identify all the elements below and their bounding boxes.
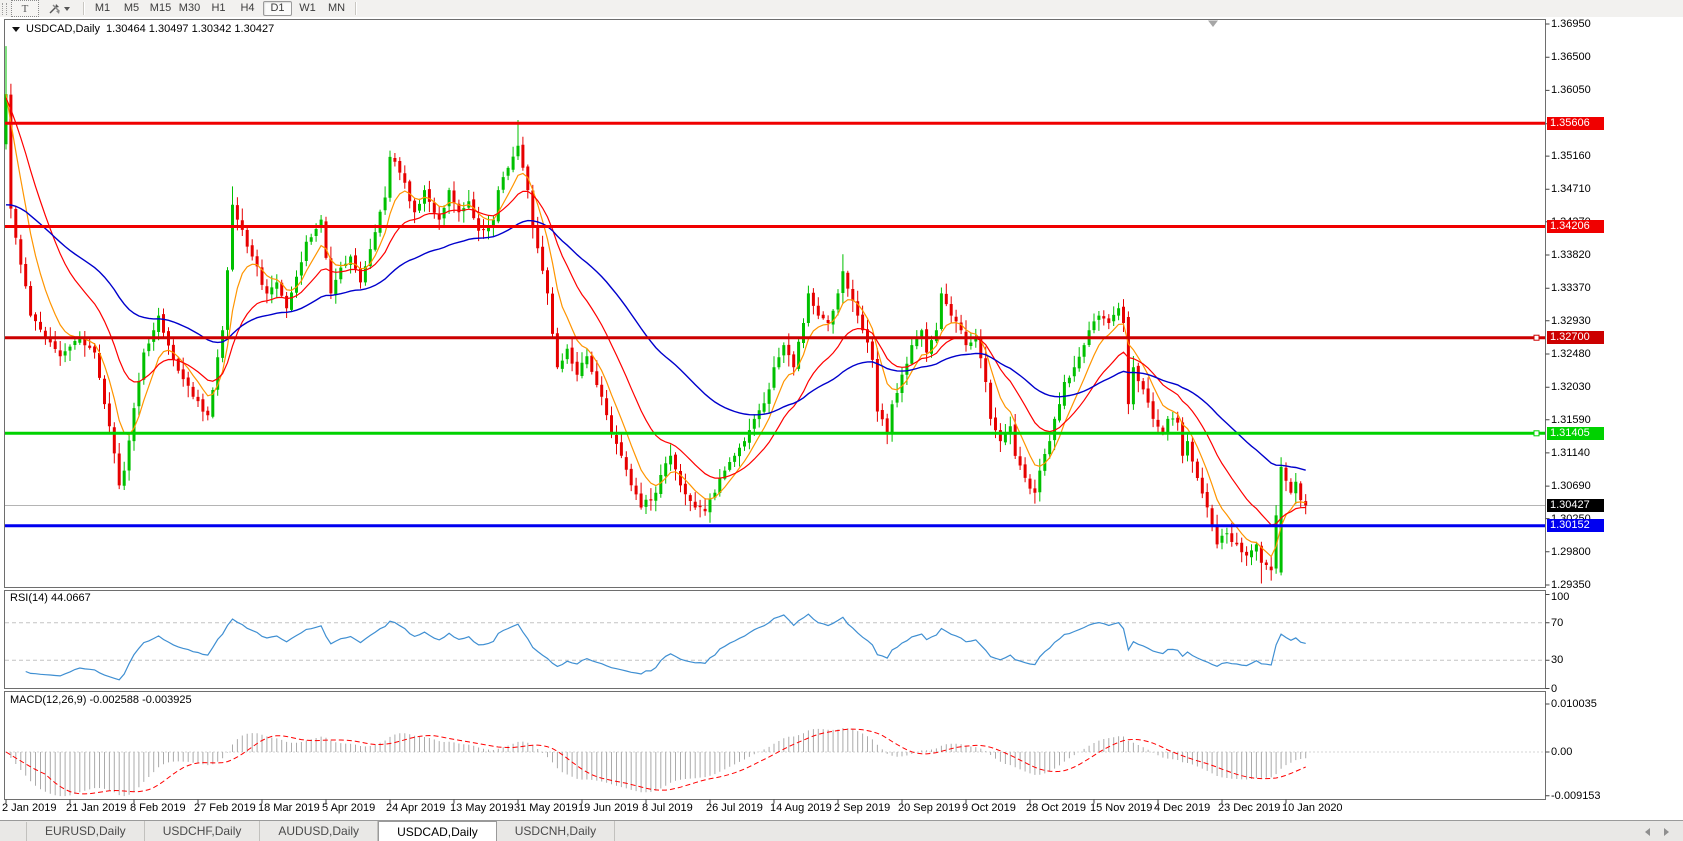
arrows-tool-button[interactable] [42, 1, 76, 16]
tf-button-w1[interactable]: W1 [294, 1, 321, 16]
symbol-tabs: EURUSD,Daily USDCHF,Daily AUDUSD,Daily USDC… [27, 821, 616, 841]
date-label: 8 Jul 2019 [642, 802, 693, 814]
tab-eurusd-daily[interactable]: EURUSD,Daily [27, 821, 145, 841]
tab-usdchf-daily[interactable]: USDCHF,Daily [145, 821, 261, 841]
tf-button-h1[interactable]: H1 [205, 1, 232, 16]
toolbar-separator [355, 2, 356, 15]
current-price-tag: 1.30427 [1547, 499, 1604, 512]
date-label: 10 Jan 2020 [1282, 802, 1343, 814]
date-label: 2 Sep 2019 [834, 802, 891, 814]
tab-audusd-daily[interactable]: AUDUSD,Daily [260, 821, 379, 841]
date-label: 20 Sep 2019 [898, 802, 961, 814]
date-label: 24 Apr 2019 [386, 802, 446, 814]
tf-button-m1[interactable]: M1 [89, 1, 116, 16]
chart-ohlc-values: 1.30464 1.30497 1.30342 1.30427 [105, 23, 275, 35]
chart-symbol-period: USDCAD,Daily [26, 23, 100, 35]
price-tick-label: 1.32030 [1551, 381, 1591, 394]
level-price-tag[interactable]: 1.30152 [1547, 519, 1604, 533]
macd-tick-label: -0.009153 [1551, 789, 1601, 802]
chart-title: USDCAD,Daily 1.30464 1.30497 1.30342 1.3… [12, 23, 274, 35]
date-label: 2 Jan 2019 [2, 802, 57, 814]
level-price-tag[interactable]: 1.31405 [1547, 426, 1604, 440]
tab-bar-spacer [0, 822, 27, 841]
tf-button-m15[interactable]: M15 [147, 1, 174, 16]
price-tick-label: 1.33820 [1551, 249, 1591, 262]
rsi-tick-label: 0 [1551, 682, 1558, 695]
date-label: 28 Oct 2019 [1026, 802, 1086, 814]
date-label: 26 Jul 2019 [706, 802, 763, 814]
price-tick-label: 1.32930 [1551, 314, 1591, 327]
date-label: 18 Mar 2019 [258, 802, 320, 814]
macd-tick-label: 0.010035 [1551, 698, 1597, 710]
date-label: 19 Jun 2019 [578, 802, 639, 814]
date-label: 5 Apr 2019 [322, 802, 376, 814]
macd-tick-label: 0.00 [1551, 746, 1573, 758]
macd-histogram [10, 728, 1307, 797]
tab-usdcad-daily[interactable]: USDCAD,Daily [378, 821, 497, 841]
timeframe-toolbar: T M1 M5 M15 M30 H1 H4 D1 W1 MN [0, 0, 1683, 18]
chart-menu-triangle-icon[interactable] [12, 26, 20, 32]
axis-ticks [5, 23, 1550, 804]
level-price-tag[interactable]: 1.34206 [1547, 220, 1604, 234]
tf-button-m30[interactable]: M30 [176, 1, 203, 16]
price-tick-label: 1.35160 [1551, 150, 1591, 163]
rsi-indicator-label: RSI(14) 44.0667 [10, 592, 91, 604]
price-tick-label: 1.32480 [1551, 347, 1591, 360]
tab-scroll-controls [1645, 822, 1683, 841]
price-tick-label: 1.29800 [1551, 545, 1591, 558]
tf-button-h4[interactable]: H4 [234, 1, 261, 16]
level-handle [1533, 334, 1540, 341]
chevron-down-icon [64, 6, 70, 11]
price-tick-label: 1.30690 [1551, 480, 1591, 493]
macd-indicator-label: MACD(12,26,9) -0.002588 -0.003925 [10, 694, 192, 706]
date-label: 13 May 2019 [450, 802, 514, 814]
price-tick-label: 1.33370 [1551, 282, 1591, 295]
chart-window: USDCAD,Daily 1.30464 1.30497 1.30342 1.3… [0, 17, 1683, 820]
price-tick-label: 1.36050 [1551, 84, 1591, 97]
date-label: 14 Aug 2019 [770, 802, 832, 814]
text-label-tool-button[interactable]: T [11, 0, 39, 17]
date-label: 31 May 2019 [514, 802, 578, 814]
date-label: 9 Oct 2019 [962, 802, 1016, 814]
rsi-line [25, 613, 1306, 681]
price-tick-label: 1.36950 [1551, 18, 1591, 30]
toolbar-separator [83, 2, 84, 15]
toolbar-grip[interactable] [2, 2, 7, 15]
date-label: 8 Feb 2019 [130, 802, 186, 814]
rsi-tick-label: 70 [1551, 616, 1564, 629]
candles-bearish-wicks [10, 83, 1307, 584]
candles-bearish [9, 94, 1308, 571]
level-price-tag[interactable]: 1.35606 [1547, 116, 1604, 130]
rsi-tick-label: 100 [1551, 591, 1570, 603]
date-label: 15 Nov 2019 [1090, 802, 1153, 814]
level-handle [1533, 430, 1540, 437]
tab-usdcnh-daily[interactable]: USDCNH,Daily [497, 821, 616, 841]
tf-button-m5[interactable]: M5 [118, 1, 145, 16]
arrows-icon [49, 3, 60, 14]
tf-button-d1[interactable]: D1 [263, 1, 292, 16]
tab-scroll-left-icon[interactable] [1645, 828, 1650, 836]
price-tick-label: 1.31590 [1551, 413, 1591, 426]
date-label: 23 Dec 2019 [1218, 802, 1281, 814]
price-tick-label: 1.31140 [1551, 446, 1590, 459]
date-label: 27 Feb 2019 [194, 802, 256, 814]
date-label: 21 Jan 2019 [66, 802, 127, 814]
trading-terminal-window: T M1 M5 M15 M30 H1 H4 D1 W1 MN USDCAD,Daily 1.30… [0, 0, 1683, 841]
tf-button-mn[interactable]: MN [323, 1, 350, 16]
tab-scroll-right-icon[interactable] [1664, 828, 1669, 836]
symbol-tab-bar: EURUSD,Daily USDCHF,Daily AUDUSD,Daily USDC… [0, 820, 1683, 841]
chart-shift-marker-icon[interactable] [1208, 20, 1218, 28]
timeframe-button-group: M1 M5 M15 M30 H1 H4 D1 W1 MN [89, 1, 350, 16]
chart-canvas[interactable] [0, 17, 1683, 820]
date-label: 4 Dec 2019 [1154, 802, 1211, 814]
ma-mid-line [5, 97, 1306, 526]
rsi-tick-label: 30 [1551, 654, 1564, 667]
level-price-tag[interactable]: 1.32700 [1547, 331, 1604, 345]
price-tick-label: 1.36500 [1551, 51, 1591, 64]
price-tick-label: 1.34710 [1551, 183, 1591, 196]
